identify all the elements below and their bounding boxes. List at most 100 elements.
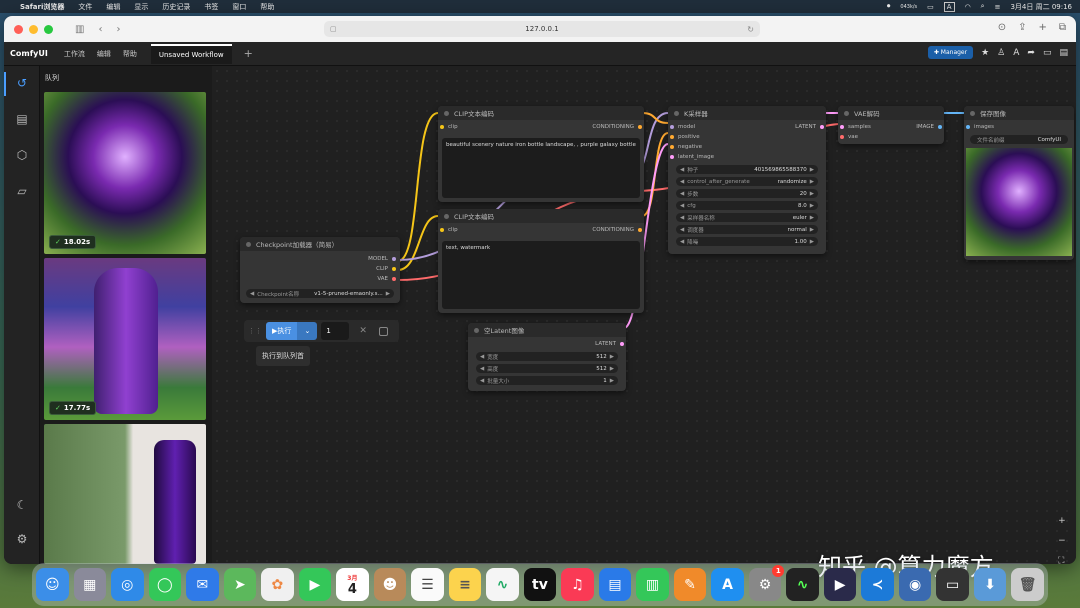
apple-tv-icon[interactable]: tv bbox=[523, 568, 557, 601]
arrow-left-icon[interactable]: ◀ bbox=[680, 179, 684, 185]
arrow-right-icon[interactable]: ▶ bbox=[810, 215, 814, 221]
forward-icon[interactable]: › bbox=[116, 24, 120, 35]
input-clip[interactable]: clip bbox=[440, 227, 458, 233]
arrow-left-icon[interactable]: ◀ bbox=[480, 366, 484, 372]
arrow-right-icon[interactable]: ▶ bbox=[386, 291, 390, 297]
port-dot[interactable] bbox=[840, 124, 844, 129]
arrow-right-icon[interactable]: ▶ bbox=[810, 239, 814, 245]
reminders-icon[interactable]: ☰ bbox=[411, 568, 444, 601]
pages-icon[interactable]: ✎ bbox=[673, 568, 707, 601]
input-samples[interactable]: samples bbox=[840, 124, 871, 130]
output-latent[interactable]: LATENT bbox=[795, 124, 824, 130]
notes-icon[interactable]: ≡ bbox=[448, 568, 482, 601]
model-library-icon[interactable]: ⬡ bbox=[14, 148, 30, 162]
run-button[interactable]: ▶ 执行 bbox=[266, 322, 298, 340]
arrow-left-icon[interactable]: ◀ bbox=[480, 378, 484, 384]
system-settings-icon[interactable]: ⚙ 1 bbox=[748, 565, 785, 601]
zoom-in-icon[interactable]: + bbox=[1058, 516, 1066, 526]
input-vae[interactable]: vae bbox=[840, 134, 858, 140]
drag-handle-icon[interactable]: ⋮⋮ bbox=[248, 327, 262, 335]
output-image[interactable]: IMAGE bbox=[916, 124, 942, 130]
share-icon[interactable]: ⇪ bbox=[1018, 22, 1026, 33]
input-positive[interactable]: positive bbox=[670, 134, 700, 140]
port-dot[interactable] bbox=[440, 227, 444, 232]
messages-icon[interactable]: ◯ bbox=[148, 568, 182, 601]
cancel-icon[interactable]: ✕ bbox=[359, 326, 367, 336]
port-dot[interactable] bbox=[820, 124, 824, 129]
control-center-icon[interactable]: ≡ bbox=[995, 3, 1001, 11]
node-empty-latent-image[interactable]: 空Latent图像 LATENT ◀ 宽度 512 ▶ ◀ 高度 512 ▶ ◀ 批量大小 1 ▶ bbox=[468, 323, 626, 391]
star-icon[interactable]: ★ bbox=[981, 48, 989, 58]
calendar-icon[interactable]: 3月 4 bbox=[336, 568, 369, 601]
arrow-right-icon[interactable]: ▶ bbox=[810, 203, 814, 209]
height-widget[interactable]: ◀ 高度 512 ▶ bbox=[476, 364, 618, 373]
output-image-preview[interactable] bbox=[966, 148, 1072, 256]
node-library-icon[interactable]: ▤ bbox=[14, 112, 30, 126]
arrow-right-icon[interactable]: ▶ bbox=[610, 378, 614, 384]
seed-widget[interactable]: ◀ 种子 401569865588370 ▶ bbox=[676, 165, 818, 174]
arrow-right-icon[interactable]: ▶ bbox=[810, 227, 814, 233]
prompt-textarea[interactable]: beautiful scenery nature iron bottle lan… bbox=[442, 138, 640, 198]
node-collapse-dot[interactable] bbox=[474, 327, 479, 333]
input-latent-image[interactable]: latent_image bbox=[670, 154, 714, 160]
launchpad-icon[interactable]: ▦ bbox=[73, 568, 107, 601]
node-clip-text-encode-negative[interactable]: CLIP文本编码 clip CONDITIONING text, waterma… bbox=[438, 209, 644, 313]
port-dot[interactable] bbox=[670, 144, 674, 149]
reload-icon[interactable]: ↻ bbox=[747, 25, 754, 34]
arrow-left-icon[interactable]: ◀ bbox=[680, 203, 684, 209]
arrow-left-icon[interactable]: ◀ bbox=[480, 354, 484, 360]
safari-icon[interactable]: ◎ bbox=[111, 568, 144, 601]
menubar-item-edit[interactable]: 编辑 bbox=[106, 2, 120, 12]
theme-toggle-icon[interactable]: ☾ bbox=[14, 498, 30, 512]
workflows-folder-icon[interactable]: ▱ bbox=[14, 184, 30, 198]
steps-widget[interactable]: ◀ 步数 20 ▶ bbox=[676, 189, 818, 198]
menubar-datetime[interactable]: 3月4日 周二 09:16 bbox=[1010, 2, 1072, 12]
port-dot[interactable] bbox=[392, 256, 396, 261]
output-vae[interactable]: VAE bbox=[377, 276, 396, 282]
record-icon[interactable]: ⏺ bbox=[887, 2, 891, 11]
finder-icon[interactable]: ☺ bbox=[36, 568, 69, 601]
scheduler-widget[interactable]: ◀ 调度器 normal ▶ bbox=[676, 225, 818, 234]
port-dot[interactable] bbox=[620, 341, 624, 346]
new-tab-icon[interactable]: + bbox=[1038, 22, 1046, 33]
output-clip[interactable]: CLIP bbox=[376, 266, 396, 272]
queue-history-icon[interactable]: ↺ bbox=[14, 76, 30, 90]
model-icon[interactable]: ♙ bbox=[997, 48, 1005, 58]
arrow-left-icon[interactable]: ◀ bbox=[250, 291, 254, 297]
maps-icon[interactable]: ➤ bbox=[223, 568, 257, 601]
close-window-button[interactable] bbox=[14, 24, 23, 34]
input-negative[interactable]: negative bbox=[670, 144, 702, 150]
download-icon[interactable]: ⊙ bbox=[998, 22, 1006, 33]
port-dot[interactable] bbox=[938, 124, 942, 129]
node-save-image[interactable]: 保存图像 images 文件名前缀 ComfyUI bbox=[964, 106, 1074, 260]
node-clip-text-encode-positive[interactable]: CLIP文本编码 clip CONDITIONING beautiful sce… bbox=[438, 106, 644, 202]
downloads-folder-icon[interactable]: ⬇ bbox=[973, 568, 1007, 601]
batch-size-widget[interactable]: ◀ 批量大小 1 ▶ bbox=[476, 376, 618, 385]
layout-icon[interactable]: ▤ bbox=[1059, 48, 1068, 58]
port-dot[interactable] bbox=[440, 124, 444, 129]
arrow-left-icon[interactable]: ◀ bbox=[680, 167, 684, 173]
denoise-widget[interactable]: ◀ 降噪 1.00 ▶ bbox=[676, 237, 818, 246]
port-dot[interactable] bbox=[670, 134, 674, 139]
arrow-right-icon[interactable]: ▶ bbox=[610, 366, 614, 372]
share-workflow-icon[interactable]: ➦ bbox=[1027, 48, 1035, 58]
cfg-widget[interactable]: ◀ cfg 8.0 ▶ bbox=[676, 201, 818, 210]
input-method[interactable]: A bbox=[943, 1, 955, 12]
activity-monitor-icon[interactable]: ∿ bbox=[786, 568, 819, 601]
output-latent[interactable]: LATENT bbox=[595, 341, 624, 347]
port-dot[interactable] bbox=[638, 227, 642, 232]
wifi-icon[interactable]: ◠ bbox=[965, 3, 971, 11]
screenshot-app-icon[interactable]: ▭ bbox=[936, 568, 969, 601]
stop-icon[interactable] bbox=[378, 326, 388, 336]
checkpoint-name-widget[interactable]: ◀ Checkpoint名称 v1-5-pruned-emaonly.s... … bbox=[246, 289, 394, 298]
menubar-app-name[interactable]: Safari浏览器 bbox=[20, 2, 64, 12]
facetime-icon[interactable]: ▶ bbox=[298, 568, 332, 601]
freeform-icon[interactable]: ∿ bbox=[486, 568, 519, 601]
node-collapse-dot[interactable] bbox=[246, 241, 251, 247]
input-model[interactable]: model bbox=[670, 124, 695, 130]
add-tab-button[interactable]: + bbox=[244, 47, 253, 60]
panel-toggle-icon[interactable]: ▭ bbox=[1043, 48, 1052, 58]
node-collapse-dot[interactable] bbox=[844, 110, 849, 116]
node-ksampler[interactable]: K采样器 model positive negative latent_imag… bbox=[668, 106, 826, 254]
arrow-right-icon[interactable]: ▶ bbox=[810, 191, 814, 197]
